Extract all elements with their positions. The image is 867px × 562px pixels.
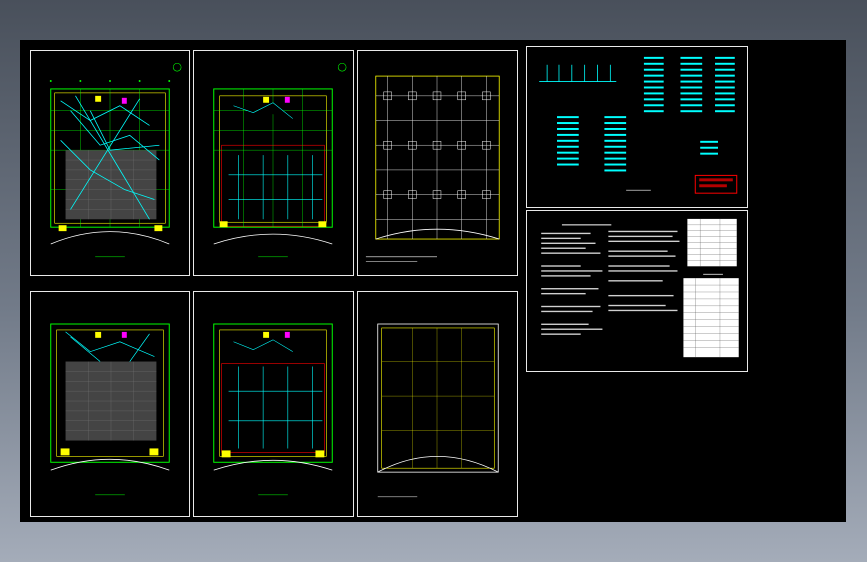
floor-plan-2-drawing [213,62,347,258]
foundation-grid-drawing [365,75,500,263]
floor-plan-4-drawing [50,323,170,496]
design-notes-drawing [541,218,739,358]
system-diagram-drawing [539,56,738,194]
drawing-sheet-6[interactable] [357,291,518,517]
roof-plan-drawing [377,323,499,498]
drawing-sheet-2[interactable] [193,50,354,276]
drawing-sheet-1[interactable] [30,50,190,276]
drawing-sheet-3[interactable] [357,50,518,276]
floor-plan-5-drawing [213,323,333,496]
drawing-sheet-4[interactable] [30,291,190,517]
floor-plan-1-drawing [49,62,182,258]
drawing-sheet-8[interactable] [526,210,748,372]
drawing-sheet-5[interactable] [193,291,354,517]
drawing-sheet-7[interactable] [526,46,748,208]
cad-model-space[interactable] [20,40,846,522]
